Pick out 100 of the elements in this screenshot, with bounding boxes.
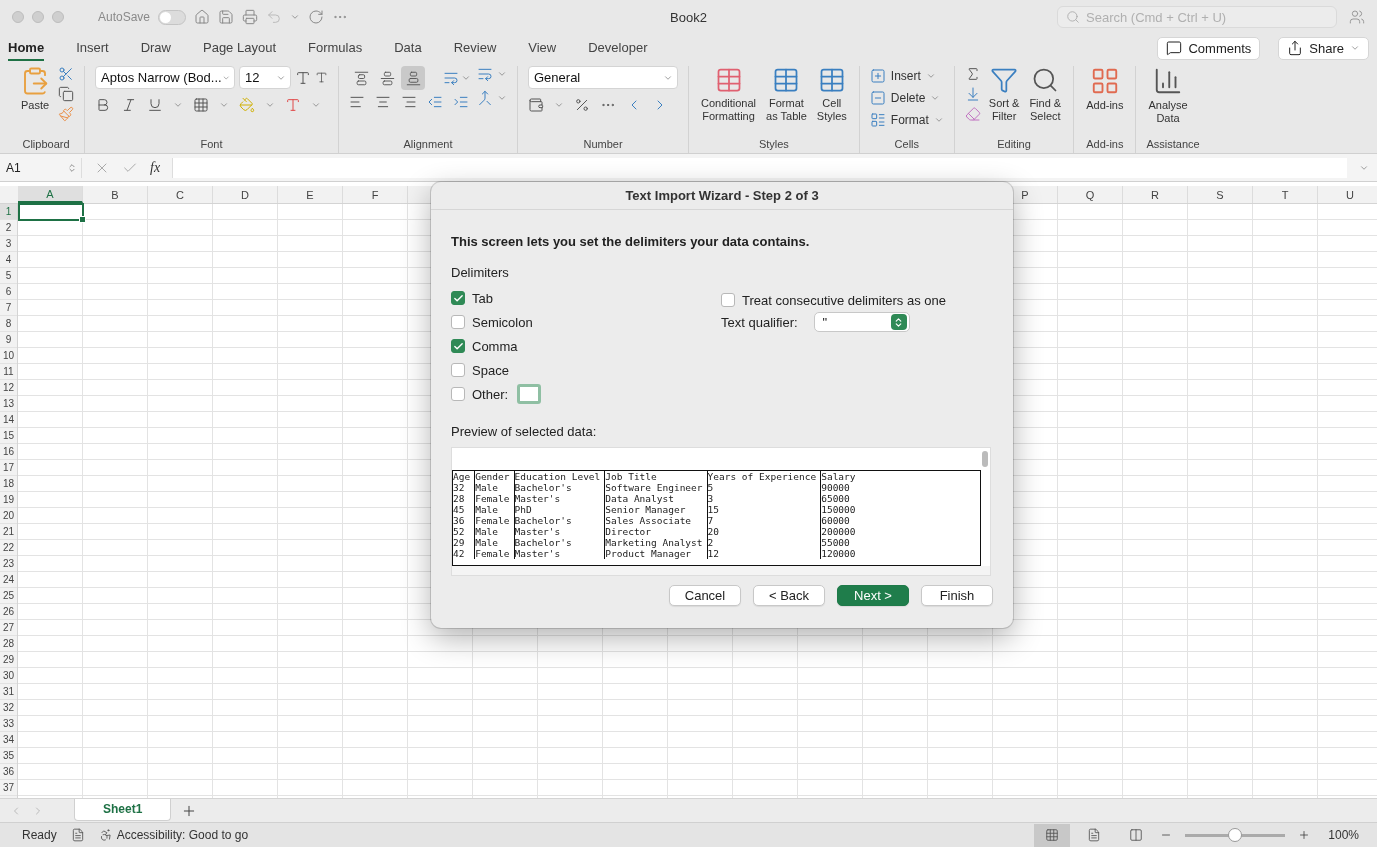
row-header[interactable]: 25 (0, 588, 17, 604)
caret-icon[interactable] (933, 115, 944, 125)
ribbon-tab[interactable]: Developer (588, 35, 648, 61)
row-header[interactable]: 3 (0, 236, 17, 252)
checkbox[interactable] (451, 339, 465, 353)
row-header[interactable]: 14 (0, 412, 17, 428)
row-header[interactable]: 10 (0, 348, 17, 364)
row-header[interactable]: 17 (0, 460, 17, 476)
column-header[interactable]: B (83, 186, 148, 203)
dialog-button[interactable]: Next > (837, 585, 909, 606)
align-center-icon[interactable] (375, 94, 391, 110)
accessibility-icon[interactable] (98, 828, 113, 842)
caret-icon[interactable] (173, 100, 183, 110)
row-header[interactable]: 26 (0, 604, 17, 620)
people-icon[interactable] (1349, 9, 1365, 25)
column-header[interactable]: R (1123, 186, 1188, 203)
ribbon-tab[interactable]: View (528, 35, 557, 61)
caret-icon[interactable] (219, 100, 229, 110)
row-header[interactable]: 33 (0, 716, 17, 732)
row-header[interactable]: 15 (0, 428, 17, 444)
font-size-select[interactable]: 12 (239, 66, 291, 89)
number-format-select[interactable]: General (528, 66, 678, 89)
checkbox[interactable] (451, 363, 465, 377)
stepper-icon[interactable] (67, 162, 77, 173)
column-header[interactable]: U (1318, 186, 1377, 203)
row-header[interactable]: 35 (0, 748, 17, 764)
row-header[interactable]: 37 (0, 780, 17, 796)
row-header[interactable]: 24 (0, 572, 17, 588)
column-header[interactable]: S (1188, 186, 1253, 203)
qualifier-select[interactable]: " (813, 312, 910, 332)
share-button[interactable]: Share (1278, 36, 1369, 60)
font-color-icon[interactable] (285, 97, 301, 113)
sheet-tab[interactable]: Sheet1 (74, 798, 172, 821)
row-header[interactable]: 11 (0, 364, 17, 380)
row-header[interactable]: 19 (0, 492, 17, 508)
caret-icon[interactable] (290, 12, 301, 22)
filter-icon[interactable] (990, 66, 1019, 94)
home-icon[interactable] (194, 9, 211, 25)
row-header[interactable]: 34 (0, 732, 17, 748)
row-header[interactable]: 16 (0, 444, 17, 460)
row-header[interactable]: 12 (0, 380, 17, 396)
scrollbar-thumb[interactable] (982, 451, 988, 467)
zoom-thumb[interactable] (1228, 828, 1243, 842)
save-icon[interactable] (218, 9, 235, 25)
caret-icon[interactable] (1350, 43, 1360, 53)
row-header[interactable]: 23 (0, 556, 17, 572)
dialog-button[interactable]: Finish (921, 585, 993, 606)
editing-button[interactable]: Sort & Filter (986, 66, 1022, 123)
row-header[interactable]: 27 (0, 620, 17, 636)
ribbon-tab[interactable]: Data (394, 35, 422, 61)
dialog-button[interactable]: Cancel (669, 585, 741, 606)
row-header[interactable]: 32 (0, 700, 17, 716)
column-header[interactable]: T (1253, 186, 1318, 203)
comment-icon[interactable] (1166, 40, 1183, 56)
align-left-icon[interactable] (349, 94, 365, 110)
font-name-select[interactable]: Aptos Narrow (Bod... (95, 66, 235, 89)
minimize-light[interactable] (32, 11, 44, 23)
row-header[interactable]: 31 (0, 684, 17, 700)
fill-color-icon[interactable] (239, 97, 255, 113)
caret-icon[interactable] (461, 73, 471, 83)
print-icon[interactable] (242, 9, 259, 25)
ribbon-tab[interactable]: Review (453, 35, 497, 61)
caret-icon[interactable] (925, 71, 936, 81)
caret-icon[interactable] (497, 93, 507, 103)
underline-icon[interactable] (147, 97, 163, 113)
ribbon-tab[interactable]: Draw (140, 35, 171, 61)
column-header[interactable]: D (213, 186, 278, 203)
horizontal-scrollbar[interactable] (452, 566, 990, 575)
row-header[interactable]: 30 (0, 668, 17, 684)
zoom-in-icon[interactable] (1298, 829, 1311, 841)
row-header[interactable]: 8 (0, 316, 17, 332)
row-header[interactable]: 1 (0, 204, 17, 220)
shrink-font-icon[interactable] (315, 71, 328, 84)
accessibility-status[interactable]: Accessibility: Good to go (116, 828, 249, 842)
style-button[interactable]: Format as Table (764, 66, 809, 123)
ribbon-tab[interactable]: Insert (76, 35, 109, 61)
cells-button[interactable]: Delete (869, 88, 944, 108)
caret-icon[interactable] (497, 69, 507, 79)
comments-button[interactable]: Comments (1157, 36, 1261, 60)
align-right-icon[interactable] (401, 94, 417, 110)
row-header[interactable]: 2 (0, 220, 17, 236)
bold-icon[interactable] (95, 97, 111, 113)
caret-icon[interactable] (265, 100, 275, 110)
zoom-light[interactable] (52, 11, 64, 23)
format-painter-icon[interactable] (58, 106, 74, 122)
other-field[interactable] (517, 384, 542, 404)
wrap-text-icon[interactable] (477, 66, 493, 82)
column-header[interactable]: F (343, 186, 408, 203)
autosave-toggle[interactable] (158, 9, 187, 25)
grow-font-icon[interactable] (295, 69, 311, 86)
cut-icon[interactable] (58, 66, 74, 82)
view-button[interactable] (1034, 823, 1071, 847)
borders-icon[interactable] (193, 97, 209, 113)
merge-icon[interactable] (477, 90, 493, 106)
style-button[interactable]: Conditional Formatting (699, 66, 759, 123)
view-icon[interactable] (1129, 828, 1144, 842)
column-header[interactable]: Q (1058, 186, 1123, 203)
checkbox[interactable] (451, 291, 465, 305)
close-light[interactable] (12, 11, 24, 23)
checkbox[interactable] (451, 387, 465, 401)
